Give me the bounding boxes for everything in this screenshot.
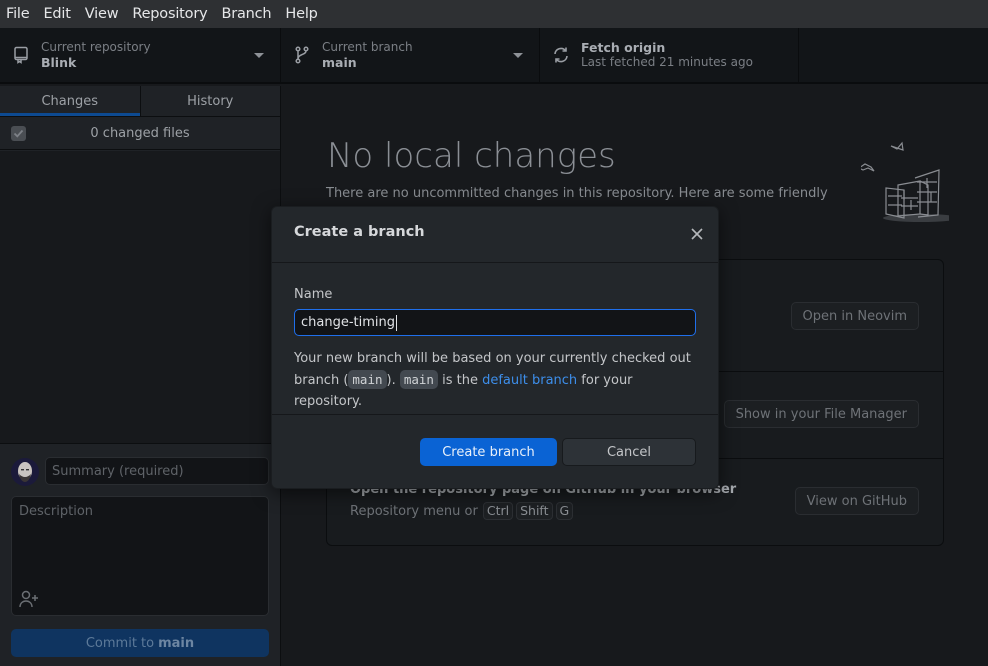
menu-repository[interactable]: Repository bbox=[132, 6, 207, 22]
menu-bar: File Edit View Repository Branch Help bbox=[0, 0, 988, 28]
branch-name-input[interactable]: change-timing bbox=[294, 309, 696, 336]
close-icon[interactable] bbox=[689, 226, 705, 242]
help-text-part: ). bbox=[386, 373, 400, 388]
default-branch-link[interactable]: default branch bbox=[482, 373, 577, 388]
current-branch-button[interactable]: Current branch main bbox=[281, 28, 540, 82]
sync-icon bbox=[552, 46, 570, 64]
commit-summary-input[interactable]: Summary (required) bbox=[45, 457, 269, 485]
sidebar: Changes History 0 changed files Summary … bbox=[0, 86, 281, 666]
commit-description-placeholder: Description bbox=[19, 504, 94, 519]
current-branch-label: Current branch bbox=[322, 40, 413, 54]
check-icon bbox=[13, 129, 24, 138]
commit-button-branch: main bbox=[158, 635, 195, 651]
avatar bbox=[11, 458, 39, 486]
dialog-body: Name change-timing Your new branch will … bbox=[272, 263, 718, 415]
commit-button[interactable]: Commit to main bbox=[11, 629, 269, 657]
commit-description-input[interactable]: Description bbox=[11, 496, 269, 616]
menu-edit[interactable]: Edit bbox=[43, 6, 70, 22]
commit-area: Summary (required) Description Commit to… bbox=[0, 443, 280, 666]
kbd-ctrl: Ctrl bbox=[482, 502, 514, 520]
changes-header: 0 changed files bbox=[0, 117, 280, 150]
name-label: Name bbox=[294, 287, 333, 302]
empty-state-illustration bbox=[861, 141, 949, 222]
menu-view[interactable]: View bbox=[85, 6, 119, 22]
kbd-shift: Shift bbox=[516, 502, 553, 520]
current-branch-value: main bbox=[322, 55, 357, 70]
text-cursor bbox=[396, 314, 398, 331]
commit-button-prefix: Commit to bbox=[85, 635, 155, 651]
last-fetched-text: Last fetched 21 minutes ago bbox=[581, 55, 753, 69]
add-coauthor-icon[interactable] bbox=[19, 590, 39, 608]
menu-help[interactable]: Help bbox=[285, 6, 317, 22]
current-repository-button[interactable]: Current repository Blink bbox=[0, 28, 281, 82]
fetch-origin-label: Fetch origin bbox=[581, 40, 666, 55]
cancel-button[interactable]: Cancel bbox=[562, 438, 696, 466]
branch-help-text: Your new branch will be based on your cu… bbox=[294, 348, 704, 412]
view-on-github-button[interactable]: View on GitHub bbox=[794, 487, 919, 515]
chevron-down-icon bbox=[513, 53, 523, 58]
page-title: No local changes bbox=[327, 136, 616, 176]
branch-code: main bbox=[399, 370, 438, 389]
changed-files-count: 0 changed files bbox=[90, 125, 190, 141]
dialog-title: Create a branch bbox=[294, 224, 425, 240]
dialog-footer: Create branch Cancel bbox=[272, 415, 718, 489]
select-all-checkbox[interactable] bbox=[11, 126, 26, 141]
page-subtitle: There are no uncommitted changes in this… bbox=[326, 186, 828, 201]
create-branch-button[interactable]: Create branch bbox=[420, 438, 557, 466]
help-text-part: is the bbox=[437, 373, 483, 388]
dialog-header: Create a branch bbox=[272, 207, 718, 263]
repo-icon bbox=[12, 46, 30, 64]
kbd-g: G bbox=[555, 502, 574, 520]
branch-code: main bbox=[348, 370, 387, 389]
sidebar-tabs: Changes History bbox=[0, 86, 280, 117]
fetch-origin-button[interactable]: Fetch origin Last fetched 21 minutes ago bbox=[540, 28, 799, 82]
tab-changes[interactable]: Changes bbox=[0, 86, 140, 116]
tab-history[interactable]: History bbox=[139, 86, 281, 116]
git-branch-icon bbox=[293, 46, 311, 64]
toolbar: Current repository Blink Current branch … bbox=[0, 28, 988, 84]
current-repository-value: Blink bbox=[41, 55, 77, 70]
menu-branch[interactable]: Branch bbox=[221, 6, 271, 22]
menu-file[interactable]: File bbox=[6, 6, 30, 22]
chevron-down-icon bbox=[254, 53, 264, 58]
show-in-file-manager-button[interactable]: Show in your File Manager bbox=[723, 400, 919, 428]
branch-name-value: change-timing bbox=[301, 315, 396, 330]
action-desc-text: Repository menu or bbox=[350, 503, 478, 519]
current-repository-label: Current repository bbox=[41, 40, 151, 54]
open-in-editor-button[interactable]: Open in Neovim bbox=[790, 302, 919, 330]
changed-files-list bbox=[0, 151, 280, 443]
create-branch-dialog: Create a branch Name change-timing Your … bbox=[271, 206, 719, 489]
commit-summary-placeholder: Summary (required) bbox=[52, 463, 184, 479]
action-description: Repository menu or Ctrl Shift G bbox=[350, 502, 574, 520]
